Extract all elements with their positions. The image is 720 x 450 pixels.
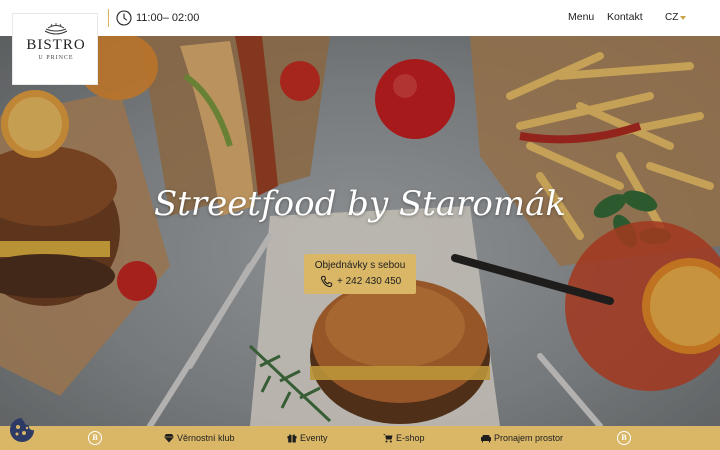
takeaway-order-label: Objednávky s sebou xyxy=(314,260,406,271)
takeaway-phone-number: + 242 430 450 xyxy=(337,276,402,287)
header-divider xyxy=(108,9,109,27)
events-label: Eventy xyxy=(300,433,328,443)
takeaway-order-button[interactable]: Objednávky s sebou + 242 430 450 xyxy=(304,254,416,294)
opening-hours-text: 11:00– 02:00 xyxy=(136,12,200,24)
sofa-icon xyxy=(481,435,491,443)
venue-rental-label: Pronajem prostor xyxy=(494,433,564,443)
nav-contact-link[interactable]: Kontakt xyxy=(607,11,643,23)
hotdog-logo-icon xyxy=(44,23,68,35)
loyalty-club-link[interactable]: Věrnostní klub xyxy=(164,433,235,443)
diamond-icon xyxy=(164,434,174,443)
loyalty-club-label: Věrnostní klub xyxy=(177,433,235,443)
clock-icon xyxy=(116,10,132,26)
cookie-settings-icon[interactable] xyxy=(9,417,35,443)
chevron-down-icon xyxy=(680,16,687,20)
bistro-logo[interactable]: BISTRO U PRINCE xyxy=(12,13,98,85)
bistro-badge-right: B xyxy=(617,431,631,445)
eshop-label: E-shop xyxy=(396,433,425,443)
gift-icon xyxy=(287,434,297,443)
bistro-badge-left: B xyxy=(88,431,102,445)
venue-rental-link[interactable]: Pronajem prostor xyxy=(481,433,563,443)
logo-subtitle: U PRINCE xyxy=(38,55,74,61)
logo-title: BISTRO xyxy=(26,37,86,53)
opening-hours: 11:00– 02:00 xyxy=(116,10,199,26)
takeaway-phone: + 242 430 450 xyxy=(320,275,401,288)
phone-icon xyxy=(320,275,333,288)
hero-title: Streetfood by Staromák xyxy=(153,184,567,224)
nav-menu-link[interactable]: Menu xyxy=(568,11,594,23)
language-label: CZ xyxy=(665,12,679,23)
events-link[interactable]: Eventy xyxy=(287,433,328,443)
bottom-bar: B Věrnostní klub Eventy E-shop Pronajem … xyxy=(0,426,720,450)
eshop-link[interactable]: E-shop xyxy=(383,433,425,443)
language-selector[interactable]: CZ xyxy=(665,12,687,23)
hero-banner: Streetfood by Staromák Objednávky s sebo… xyxy=(0,36,720,426)
hero-overlay xyxy=(0,36,720,426)
cart-icon xyxy=(383,434,393,443)
top-bar: 11:00– 02:00 Menu Kontakt CZ xyxy=(0,0,720,36)
